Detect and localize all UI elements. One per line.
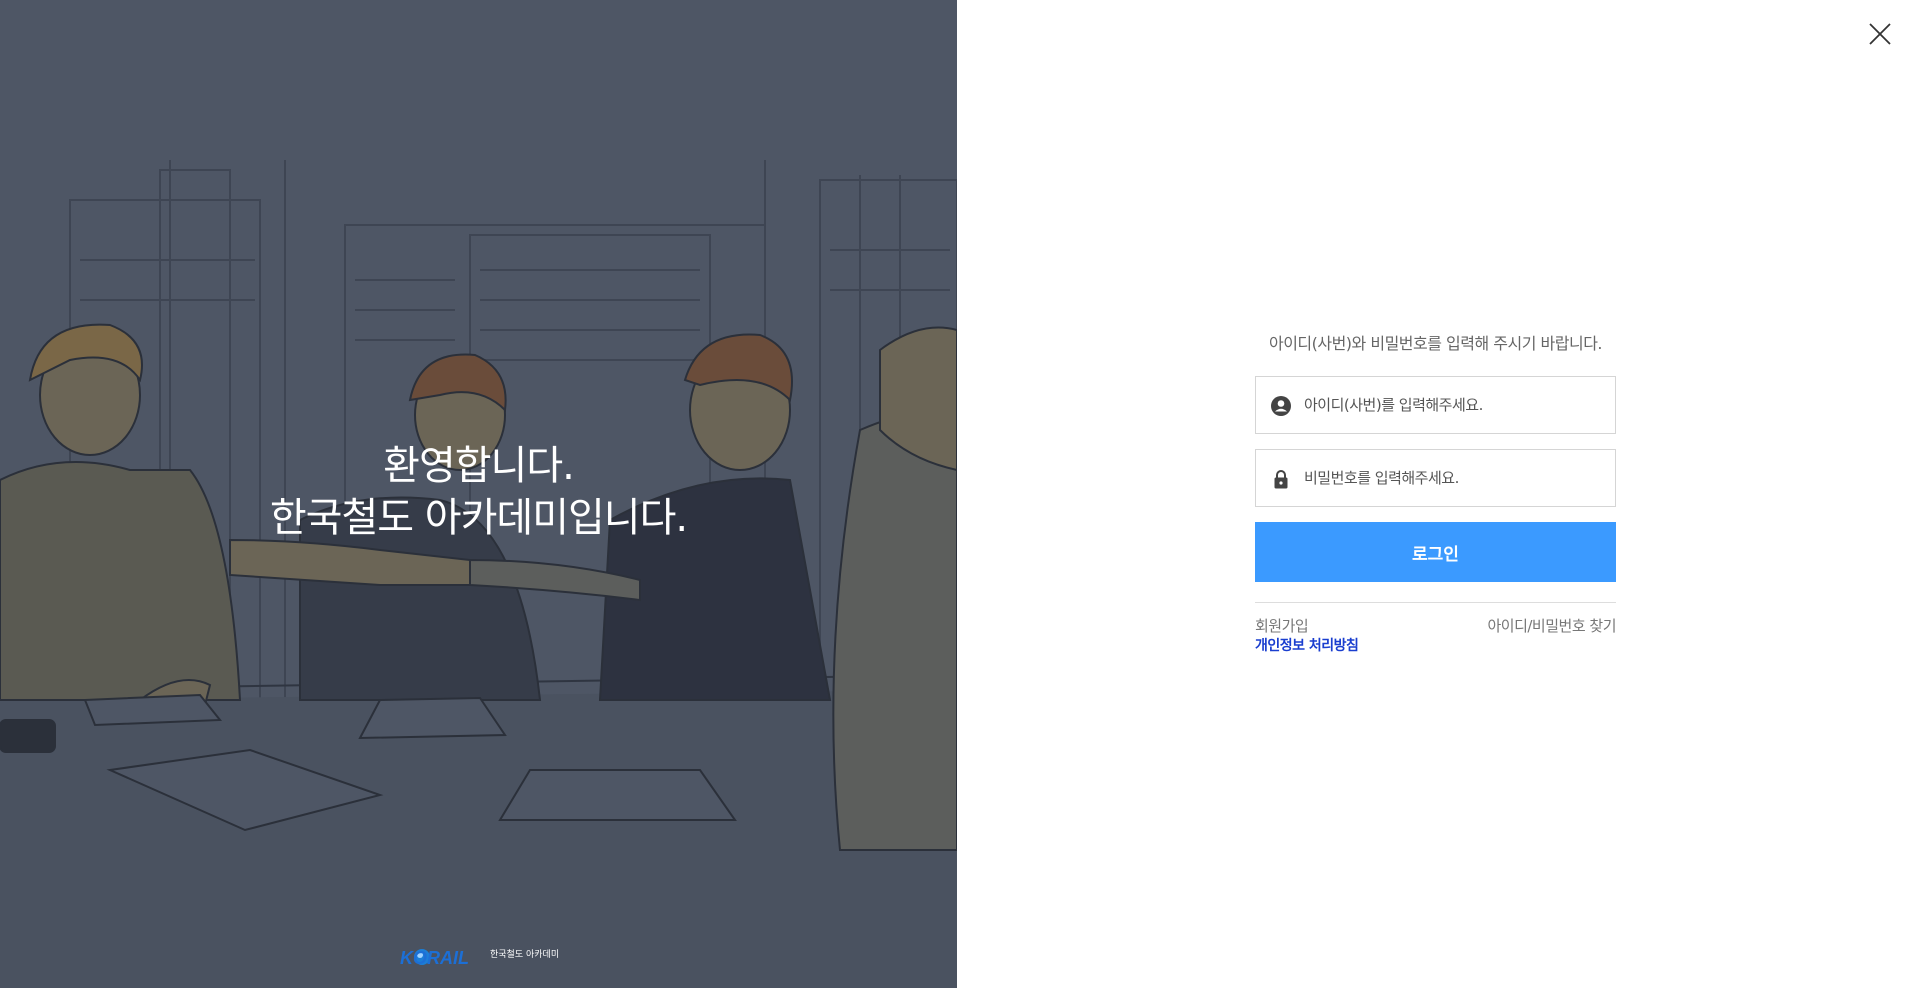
korail-logo-text: KORAIL	[400, 948, 469, 968]
korail-logo: KORAIL 한국철도 아카데미	[400, 944, 559, 972]
logo-subtitle: 한국철도 아카데미	[490, 950, 560, 960]
password-field[interactable]	[1255, 449, 1616, 507]
korail-logo-mark: KORAIL	[400, 948, 469, 968]
lock-icon	[1274, 470, 1288, 489]
id-input[interactable]	[1304, 377, 1604, 433]
divider	[1255, 602, 1616, 603]
welcome-line-1: 환영합니다.	[383, 443, 575, 489]
welcome-line-2: 한국철도 아카데미입니다.	[269, 495, 688, 541]
join-link[interactable]: 회원가입	[1255, 615, 1309, 636]
login-links: 회원가입 개인정보 처리방침 아이디/비밀번호 찾기	[1255, 615, 1616, 659]
login-button[interactable]: 로그인	[1255, 522, 1616, 582]
user-icon	[1271, 396, 1291, 416]
hero-panel: 환영합니다. 한국철도 아카데미입니다. KORAIL 한국철도 아카데미	[0, 0, 957, 988]
id-field[interactable]	[1255, 376, 1616, 434]
privacy-policy-link[interactable]: 개인정보 처리방침	[1255, 635, 1359, 655]
find-account-link[interactable]: 아이디/비밀번호 찾기	[1487, 615, 1616, 636]
login-form: 아이디(사번)와 비밀번호를 입력해 주시기 바랍니다. 로그인 회원가입 개인…	[1255, 330, 1616, 659]
welcome-message: 환영합니다. 한국철도 아카데미입니다.	[0, 440, 957, 544]
login-area: 아이디(사번)와 비밀번호를 입력해 주시기 바랍니다. 로그인 회원가입 개인…	[957, 0, 1906, 988]
close-icon[interactable]	[1868, 22, 1892, 46]
login-instruction: 아이디(사번)와 비밀번호를 입력해 주시기 바랍니다.	[1268, 334, 1603, 353]
password-input[interactable]	[1304, 450, 1604, 506]
